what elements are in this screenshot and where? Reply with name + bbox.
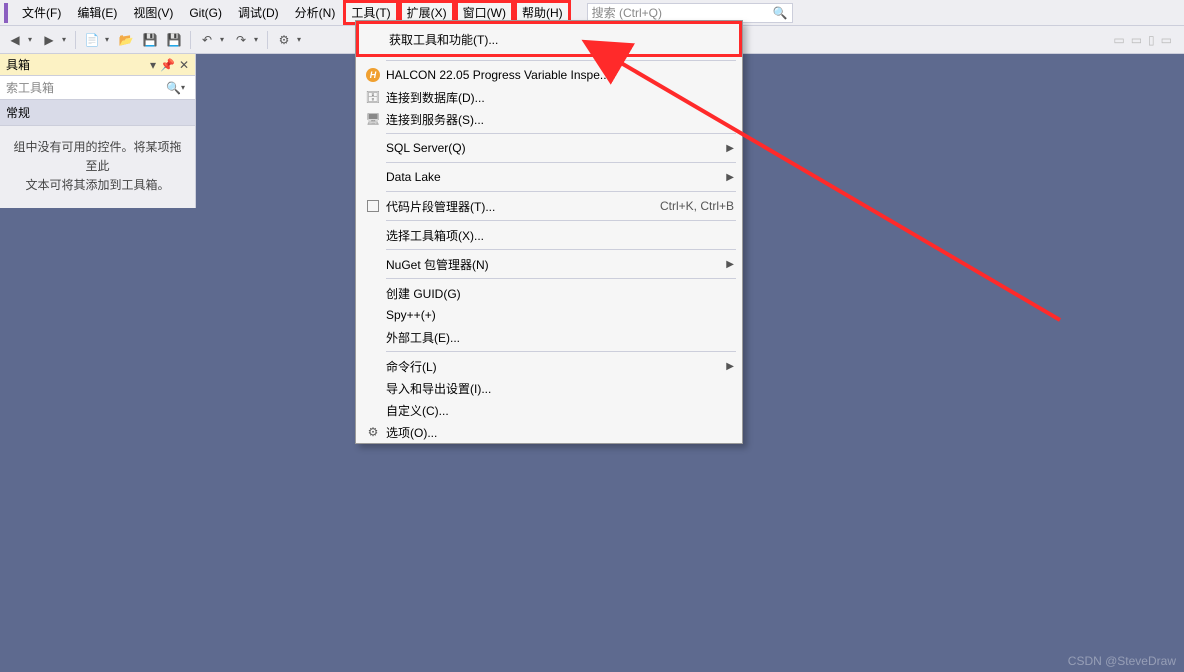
- faded-icon: ▭: [1113, 33, 1124, 47]
- undo-button[interactable]: ↶: [196, 29, 218, 51]
- menu-choose-toolbox[interactable]: 选择工具箱项(X)...: [356, 224, 742, 246]
- menu-command-line[interactable]: 命令行(L) ▶: [356, 355, 742, 377]
- build-config-button[interactable]: ⚙: [273, 29, 295, 51]
- toolbox-title: 具箱: [6, 56, 30, 73]
- tools-dropdown: 获取工具和功能(T)... H HALCON 22.05 Progress Va…: [355, 20, 743, 444]
- vs-accent-icon: [4, 3, 8, 23]
- watermark: CSDN @SteveDraw: [1068, 654, 1176, 668]
- search-icon: 🔍: [773, 6, 788, 20]
- menu-sql-server[interactable]: SQL Server(Q) ▶: [356, 137, 742, 159]
- dropdown-icon: ▾: [62, 35, 70, 44]
- menu-customize[interactable]: 自定义(C)...: [356, 399, 742, 421]
- toolbox-category[interactable]: 常规: [0, 100, 195, 126]
- search-icon: 🔍: [166, 81, 181, 95]
- menu-connect-server[interactable]: 🖥 连接到服务器(S)...: [356, 108, 742, 130]
- menu-import-export[interactable]: 导入和导出设置(I)...: [356, 377, 742, 399]
- close-icon[interactable]: ✕: [179, 58, 189, 72]
- server-icon: 🖥: [360, 112, 386, 126]
- submenu-arrow-icon: ▶: [726, 259, 734, 270]
- redo-button[interactable]: ↷: [230, 29, 252, 51]
- menu-snippets[interactable]: 代码片段管理器(T)... Ctrl+K, Ctrl+B: [356, 195, 742, 217]
- save-button[interactable]: 💾: [139, 29, 161, 51]
- new-file-button[interactable]: 📄: [81, 29, 103, 51]
- submenu-arrow-icon: ▶: [726, 143, 734, 154]
- right-toolbar-icons: ▭ ▭ ▯ ▭: [1113, 33, 1180, 47]
- submenu-arrow-icon: ▶: [726, 172, 734, 183]
- menu-analyze[interactable]: 分析(N): [287, 0, 344, 25]
- menu-halcon[interactable]: H HALCON 22.05 Progress Variable Inspe..…: [356, 64, 742, 86]
- menu-edit[interactable]: 编辑(E): [69, 0, 125, 25]
- separator: [190, 31, 191, 49]
- pin-icon[interactable]: 📌: [160, 58, 175, 72]
- menu-file[interactable]: 文件(F): [14, 0, 69, 25]
- menu-get-tools[interactable]: 获取工具和功能(T)...: [359, 28, 739, 50]
- open-file-button[interactable]: 📂: [115, 29, 137, 51]
- database-icon: 🗄: [360, 90, 386, 104]
- menu-connect-db[interactable]: 🗄 连接到数据库(D)...: [356, 86, 742, 108]
- checkbox-icon: [367, 200, 379, 212]
- menu-data-lake[interactable]: Data Lake ▶: [356, 166, 742, 188]
- nav-back-button[interactable]: ◀: [4, 29, 26, 51]
- halcon-icon: H: [366, 68, 380, 82]
- menu-spy[interactable]: Spy++(+): [356, 304, 742, 326]
- menu-external-tools[interactable]: 外部工具(E)...: [356, 326, 742, 348]
- search-placeholder: 搜索 (Ctrl+Q): [592, 4, 662, 21]
- gear-icon: [360, 425, 386, 439]
- menu-create-guid[interactable]: 创建 GUID(G): [356, 282, 742, 304]
- separator: [267, 31, 268, 49]
- menu-nuget[interactable]: NuGet 包管理器(N) ▶: [356, 253, 742, 275]
- toolbox-search-placeholder: 索工具箱: [6, 79, 54, 96]
- save-all-button[interactable]: 💾: [163, 29, 185, 51]
- dropdown-icon: ▾: [28, 35, 36, 44]
- toolbox-panel: 具箱 ▾ 📌 ✕ 索工具箱 🔍▾ 常规 组中没有可用的控件。将某项拖至此 文本可…: [0, 54, 196, 208]
- faded-icon: ▭: [1161, 33, 1172, 47]
- menu-git[interactable]: Git(G): [181, 2, 230, 24]
- menu-options[interactable]: 选项(O)...: [356, 421, 742, 443]
- menu-view[interactable]: 视图(V): [125, 0, 181, 25]
- faded-icon: ▭: [1131, 33, 1142, 47]
- separator: [75, 31, 76, 49]
- nav-fwd-button[interactable]: ▶: [38, 29, 60, 51]
- faded-icon: ▯: [1148, 33, 1155, 47]
- toolbox-search-input[interactable]: 索工具箱 🔍▾: [0, 76, 195, 100]
- dropdown-icon[interactable]: ▾: [150, 58, 156, 72]
- submenu-arrow-icon: ▶: [726, 361, 734, 372]
- toolbox-title-bar[interactable]: 具箱 ▾ 📌 ✕: [0, 54, 195, 76]
- menu-debug[interactable]: 调试(D): [230, 0, 287, 25]
- toolbox-empty-text: 组中没有可用的控件。将某项拖至此 文本可将其添加到工具箱。: [0, 126, 195, 208]
